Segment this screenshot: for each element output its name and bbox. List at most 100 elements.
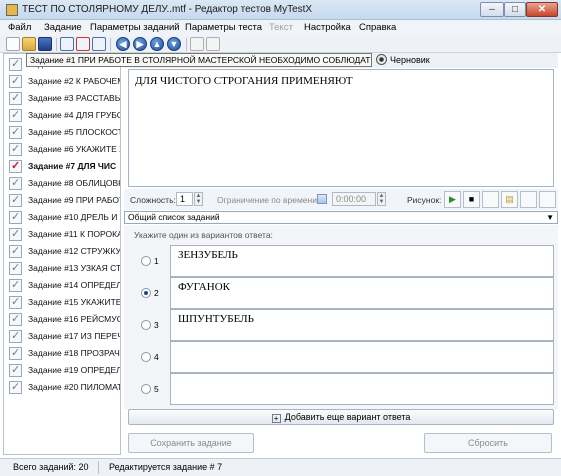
task-check-icon	[9, 176, 22, 190]
menu-text[interactable]: Текст	[269, 22, 293, 33]
difficulty-field[interactable]: 1	[176, 192, 193, 206]
delete-task-icon[interactable]	[76, 37, 90, 51]
open-folder-icon[interactable]	[22, 37, 36, 51]
picture-slot-button[interactable]	[539, 191, 556, 208]
new-file-icon[interactable]	[6, 37, 20, 51]
add-answer-button[interactable]: + Добавить еще вариант ответа	[128, 409, 554, 425]
nav-next-icon[interactable]: ▲	[150, 37, 164, 51]
add-task-icon[interactable]	[60, 37, 74, 51]
title-bar: ТЕСТ ПО СТОЛЯРНОМУ ДЕЛУ..mtf - Редактор …	[0, 0, 561, 20]
task-item-18[interactable]: Задание #18 ПРОЗРАЧН	[4, 345, 120, 362]
time-limit-spinner[interactable]: ▲ ▼	[377, 192, 386, 206]
combo-value: Общий список заданий	[128, 212, 220, 222]
plus-icon: +	[271, 414, 281, 423]
nav-last-icon[interactable]: ▼	[167, 37, 181, 51]
task-check-icon	[9, 380, 22, 394]
task-item-16[interactable]: Задание #16 РЕЙСМУС-	[4, 311, 120, 328]
task-list-icon[interactable]	[92, 37, 106, 51]
task-item-8[interactable]: Задание #8 ОБЛИЦОВКА	[4, 175, 120, 192]
paste-icon[interactable]	[206, 37, 220, 51]
load-picture-icon[interactable]: ▶	[444, 191, 461, 208]
answer-radio-4[interactable]	[141, 352, 151, 362]
answer-number: 4	[154, 352, 159, 362]
task-item-5[interactable]: Задание #5 ПЛОСКОСТЬ	[4, 124, 120, 141]
answer-radio-1[interactable]	[141, 256, 151, 266]
editing-task-status: Редактируется задание # 7	[109, 462, 223, 472]
menu-test-params[interactable]: Параметры теста	[185, 22, 262, 33]
picture-slot-button[interactable]	[520, 191, 537, 208]
difficulty-label: Сложность:	[130, 195, 176, 205]
task-check-icon	[9, 346, 22, 360]
maximize-button[interactable]: □	[504, 2, 526, 17]
answer-field-1[interactable]: ЗЕНЗУБЕЛЬ	[170, 245, 554, 277]
task-item-14[interactable]: Задание #14 ОПРЕДЕЛИ	[4, 277, 120, 294]
task-list: Задание #1 ПРИ РАБОТЕ В СТОЛЯРНОЙ МАСТЕР…	[3, 53, 121, 455]
answer-field-3[interactable]: ШПУНТУБЕЛЬ	[170, 309, 554, 341]
clear-picture-button[interactable]	[482, 191, 499, 208]
task-check-icon	[9, 363, 22, 377]
task-item-19[interactable]: Задание #19 ОПРЕДЕЛИ	[4, 362, 120, 379]
task-check-icon	[9, 193, 22, 207]
task-list-combo[interactable]: Общий список заданий ▼	[124, 211, 558, 224]
menu-help[interactable]: Справка	[359, 22, 396, 33]
task-item-13[interactable]: Задание #13 УЗКАЯ СТО	[4, 260, 120, 277]
task-check-icon	[9, 125, 22, 139]
draft-radio-icon[interactable]	[376, 54, 387, 65]
task-check-icon	[9, 227, 22, 241]
save-icon[interactable]	[38, 37, 52, 51]
time-limit-field[interactable]: 0:00:00	[332, 192, 376, 206]
task-editor: Черновик ДЛЯ ЧИСТОГО СТРОГАНИЯ ПРИМЕНЯЮТ…	[124, 53, 558, 455]
camera-icon[interactable]: ■	[463, 191, 480, 208]
task-item-15[interactable]: Задание #15 УКАЖИТЕ Р	[4, 294, 120, 311]
answer-field-2[interactable]: ФУГАНОК	[170, 277, 554, 309]
task-item-6[interactable]: Задание #6 УКАЖИТЕ ХЕ	[4, 141, 120, 158]
copy-icon[interactable]	[190, 37, 204, 51]
task-item-4[interactable]: Задание #4 ДЛЯ ГРУБОЙ	[4, 107, 120, 124]
toolbar-separator	[186, 38, 187, 51]
menu-settings[interactable]: Настройка	[304, 22, 351, 33]
task-check-icon	[9, 244, 22, 258]
time-limit-label: Ограничение по времени:	[217, 195, 320, 205]
task-item-12[interactable]: Задание #12 СТРУЖКУ С	[4, 243, 120, 260]
nav-prev-icon[interactable]: ▶	[133, 37, 147, 51]
answer-number: 5	[154, 384, 159, 394]
task-properties: Сложность: 1 ▲ ▼ Ограничение по времени: …	[124, 189, 558, 210]
answer-number: 1	[154, 256, 159, 266]
status-bar: Всего заданий: 20 Редактируется задание …	[0, 458, 561, 476]
difficulty-spinner[interactable]: ▲ ▼	[194, 192, 203, 206]
tab-draft[interactable]: Черновик	[390, 55, 430, 65]
task-check-icon	[9, 91, 22, 105]
reset-button[interactable]: Сбросить	[424, 433, 552, 453]
save-task-button[interactable]: Сохранить задание	[128, 433, 254, 453]
task-item-20[interactable]: Задание #20 ПИЛОМАТЕ	[4, 379, 120, 396]
task-check-icon	[9, 210, 22, 224]
nav-first-icon[interactable]: ◀	[116, 37, 130, 51]
menu-task[interactable]: Задание	[44, 22, 82, 33]
menu-task-params[interactable]: Параметры заданий	[90, 22, 180, 33]
task-item-3[interactable]: Задание #3 РАССТАВЬТЕ	[4, 90, 120, 107]
answer-field-5[interactable]	[170, 373, 554, 405]
paste-picture-icon[interactable]: ▤	[501, 191, 518, 208]
task-item-2[interactable]: Задание #2 К РАБОЧЕМУ	[4, 73, 120, 90]
task-item-11[interactable]: Задание #11 К ПОРОКАМ	[4, 226, 120, 243]
task-check-icon	[9, 108, 22, 122]
task-check-icon	[9, 261, 22, 275]
task-item-10[interactable]: Задание #10 ДРЕЛЬ И КО	[4, 209, 120, 226]
task-tooltip: Задание #1 ПРИ РАБОТЕ В СТОЛЯРНОЙ МАСТЕР…	[26, 53, 372, 67]
answer-hint: Укажите один из вариантов ответа:	[134, 230, 273, 240]
answer-row-4: 4	[124, 341, 558, 373]
minimize-button[interactable]: –	[480, 2, 504, 17]
answer-radio-2[interactable]	[141, 288, 151, 298]
task-item-7[interactable]: Задание #7 ДЛЯ ЧИС	[4, 158, 120, 175]
answer-field-4[interactable]	[170, 341, 554, 373]
answer-radio-3[interactable]	[141, 320, 151, 330]
question-editor[interactable]: ДЛЯ ЧИСТОГО СТРОГАНИЯ ПРИМЕНЯЮТ	[128, 69, 554, 187]
answer-radio-5[interactable]	[141, 384, 151, 394]
task-item-9[interactable]: Задание #9 ПРИ РАБОТЕ	[4, 192, 120, 209]
time-limit-checkbox[interactable]	[317, 194, 327, 204]
close-button[interactable]: ✕	[526, 2, 558, 17]
task-item-17[interactable]: Задание #17 ИЗ ПЕРЕЧИ	[4, 328, 120, 345]
menu-file[interactable]: Файл	[8, 22, 31, 33]
total-tasks-status: Всего заданий: 20	[13, 462, 89, 472]
question-text: ДЛЯ ЧИСТОГО СТРОГАНИЯ ПРИМЕНЯЮТ	[135, 75, 353, 87]
